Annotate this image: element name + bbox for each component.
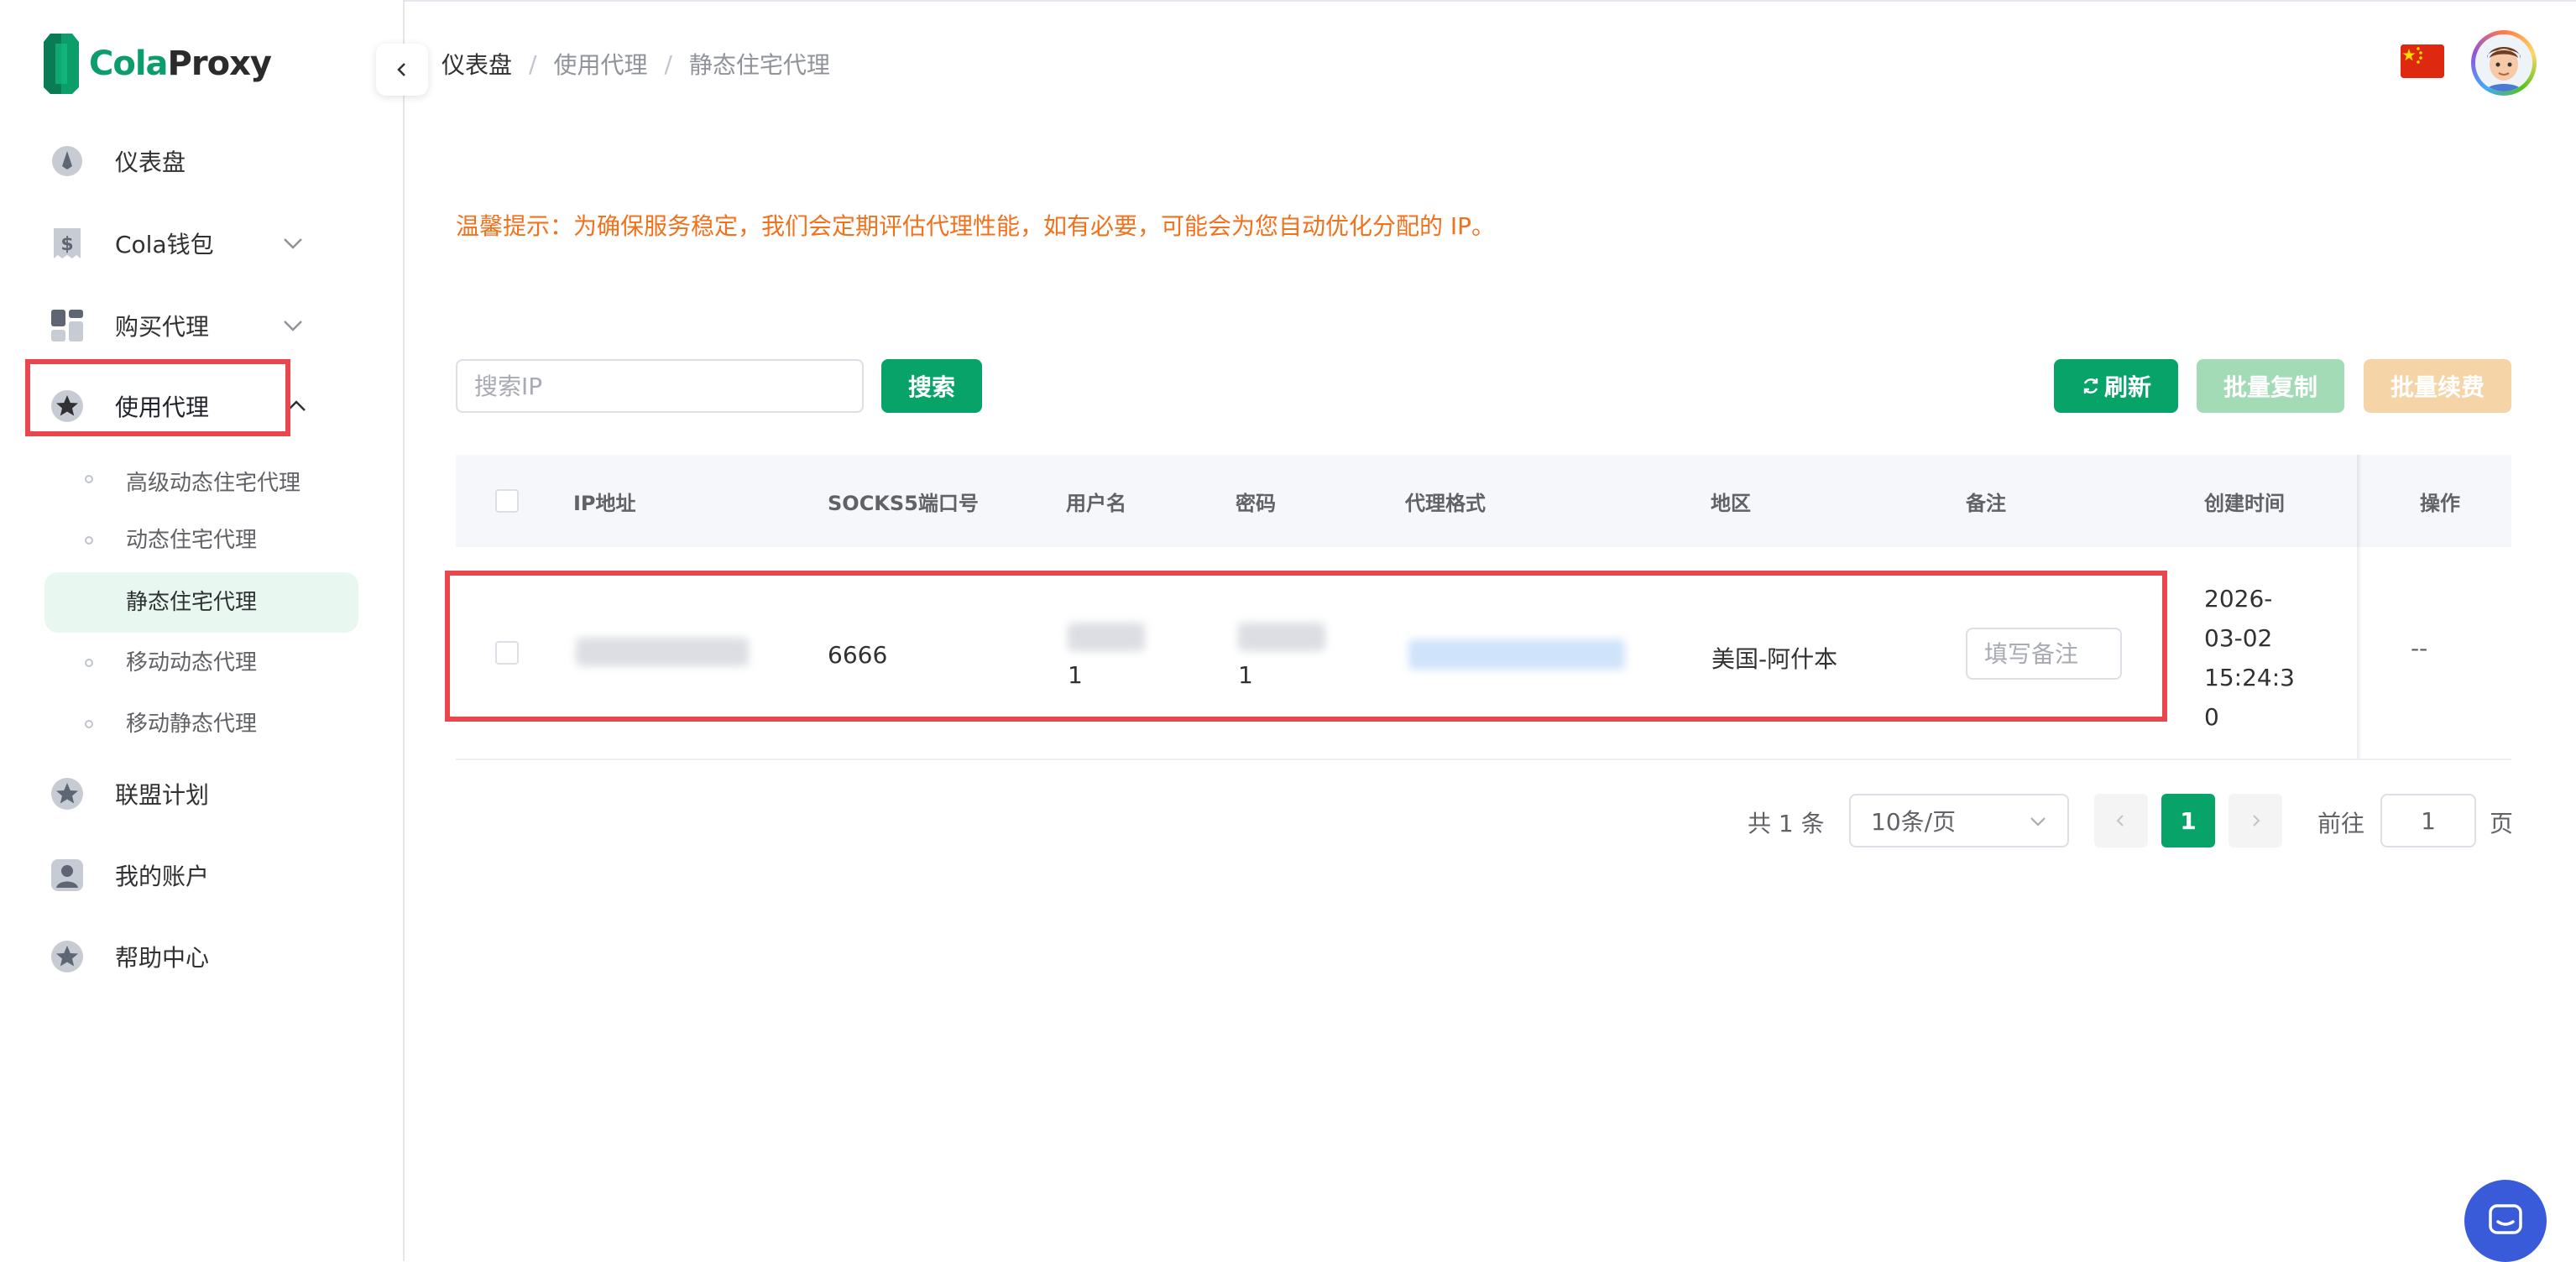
search-button[interactable]: 搜索 (881, 359, 982, 413)
goto-suffix: 页 (2490, 810, 2514, 837)
avatar[interactable] (2471, 30, 2537, 96)
chevron-left-icon (2116, 815, 2124, 827)
chat-widget-button[interactable] (2464, 1180, 2547, 1262)
sidebar-item-buy-proxy[interactable]: 购买代理 (0, 292, 403, 359)
breadcrumb-item-static: 静态住宅代理 (688, 51, 830, 79)
column-header-created: 创建时间 (2204, 491, 2285, 515)
sub-item-dot (85, 720, 93, 728)
sidebar-sub-item-mobile-dynamic[interactable]: 移动动态代理 (44, 633, 358, 693)
chevron-down-icon (284, 321, 302, 331)
chevron-down-icon (284, 238, 302, 249)
sidebar-item-label: 我的账户 (115, 863, 210, 890)
collapse-sidebar-button[interactable] (376, 44, 428, 96)
sidebar-sub-item-mobile-static[interactable]: 移动静态代理 (44, 694, 358, 754)
column-header-port: SOCKS5端口号 (828, 491, 979, 515)
sub-item-label: 高级动态住宅代理 (126, 471, 301, 496)
breadcrumb: 仪表盘 / 使用代理 / 静态住宅代理 (442, 45, 830, 82)
column-header-ip: IP地址 (573, 491, 636, 515)
breadcrumb-separator: / (664, 50, 672, 78)
sub-item-dot (85, 659, 93, 667)
breadcrumb-separator: / (529, 50, 537, 78)
sidebar: ColaProxy 仪表盘 $ Cola钱包 购买代理 使用代理 高级动态住宅代… (0, 0, 405, 1261)
goto-label: 前往 (2317, 810, 2365, 837)
brand-name: ColaProxy (89, 44, 272, 83)
gem-logo-icon (44, 34, 79, 94)
star-icon (49, 775, 86, 812)
chevron-left-icon (397, 63, 405, 76)
sidebar-sub-item-dynamic[interactable]: 动态住宅代理 (44, 510, 358, 571)
sidebar-item-label: 购买代理 (115, 313, 210, 341)
sub-item-dot (85, 475, 93, 483)
column-header-format: 代理格式 (1405, 491, 1486, 515)
table-header: IP地址 SOCKS5端口号 用户名 密码 代理格式 地区 备注 创建时间 操作 (456, 455, 2511, 547)
sub-item-label: 移动动态代理 (126, 650, 258, 675)
column-header-action: 操作 (2420, 491, 2460, 515)
page-size-value: 10条/页 (1871, 808, 1957, 836)
avatar-face-icon (2475, 34, 2532, 91)
page-size-select[interactable]: 10条/页 (1849, 794, 2069, 847)
svg-text:$: $ (60, 234, 73, 255)
sub-item-label: 动态住宅代理 (126, 528, 258, 553)
chevron-right-icon (2253, 815, 2260, 827)
notice-text: 温馨提示：为确保服务稳定，我们会定期评估代理性能，如有必要，可能会为您自动优化分… (456, 212, 1496, 240)
sidebar-item-dashboard[interactable]: 仪表盘 (0, 128, 403, 195)
column-header-remark: 备注 (1966, 491, 2006, 515)
sidebar-item-label: 帮助中心 (115, 944, 210, 972)
chat-icon (2489, 1204, 2522, 1234)
chevron-down-icon (2030, 817, 2046, 827)
sidebar-item-label: 仪表盘 (115, 149, 186, 176)
grid-icon (49, 307, 86, 344)
batch-copy-button[interactable]: 批量复制 (2197, 359, 2344, 413)
refresh-button[interactable]: 刷新 (2054, 359, 2178, 413)
sidebar-item-label: Cola钱包 (115, 231, 214, 258)
breadcrumb-item-dashboard[interactable]: 仪表盘 (442, 47, 512, 81)
created-time-cell: 2026- 03-02 15:24:3 0 (2204, 585, 2295, 731)
goto-page-input[interactable] (2380, 794, 2476, 847)
column-header-region: 地区 (1711, 491, 1751, 515)
prev-page-button[interactable] (2094, 794, 2148, 847)
china-flag-icon[interactable] (2401, 44, 2444, 78)
highlight-row (445, 571, 2167, 722)
next-page-button[interactable] (2229, 794, 2282, 847)
column-header-username: 用户名 (1066, 491, 1126, 515)
star-icon (49, 938, 86, 975)
pagination-total: 共 1 条 (1748, 810, 1825, 837)
sidebar-sub-item-premium-dynamic[interactable]: 高级动态住宅代理 (44, 450, 358, 517)
page-number-button[interactable]: 1 (2161, 794, 2215, 847)
sidebar-item-account[interactable]: 我的账户 (0, 842, 403, 909)
sidebar-item-help[interactable]: 帮助中心 (0, 923, 403, 990)
brand-logo[interactable]: ColaProxy (44, 34, 272, 94)
refresh-button-label: 刷新 (2103, 373, 2151, 401)
select-all-checkbox[interactable] (495, 489, 519, 513)
sidebar-item-label: 联盟计划 (115, 781, 210, 809)
breadcrumb-item-use-proxy[interactable]: 使用代理 (553, 47, 647, 81)
dollar-receipt-icon: $ (49, 225, 86, 262)
sidebar-item-wallet[interactable]: $ Cola钱包 (0, 210, 403, 277)
sub-item-label: 移动静态代理 (126, 712, 258, 737)
gauge-icon (49, 143, 86, 180)
batch-renew-button[interactable]: 批量续费 (2364, 359, 2511, 413)
search-ip-input[interactable] (456, 359, 864, 413)
sub-item-dot (85, 536, 93, 545)
sidebar-sub-item-static[interactable]: 静态住宅代理 (44, 572, 358, 633)
action-cell: -- (2411, 634, 2428, 662)
refresh-icon (2083, 378, 2098, 394)
column-header-password: 密码 (1236, 491, 1276, 515)
highlight-use-proxy (25, 359, 290, 436)
sub-item-label: 静态住宅代理 (126, 590, 258, 615)
sidebar-item-affiliate[interactable]: 联盟计划 (0, 760, 403, 827)
fixed-column-shadow (2357, 455, 2362, 759)
user-icon (49, 857, 86, 894)
